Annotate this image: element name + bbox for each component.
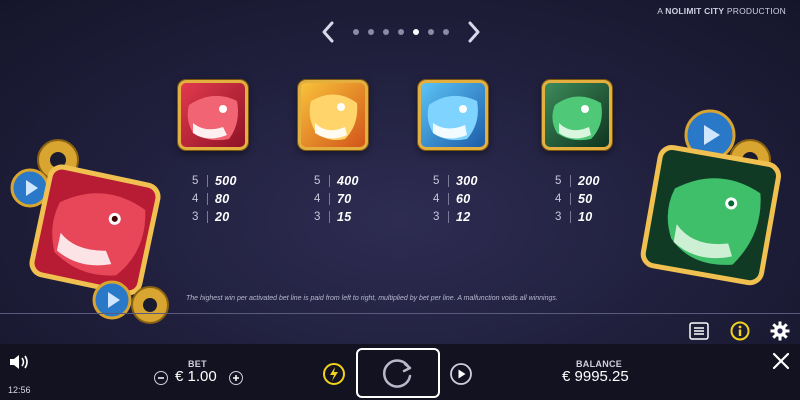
info-button[interactable]: [729, 320, 751, 342]
lightning-icon: [323, 363, 345, 385]
page-pager: [316, 20, 486, 44]
bet-increase-button[interactable]: [229, 371, 243, 385]
paytable-column-green: 5 200 4 50 3 10: [555, 172, 635, 226]
brand-suffix: PRODUCTION: [726, 6, 786, 16]
match-count: 4: [555, 193, 562, 205]
brand-name: NOLIMIT CITY: [665, 6, 725, 16]
autoplay-button[interactable]: [449, 362, 473, 386]
page-dot[interactable]: [353, 29, 359, 35]
prev-page-button[interactable]: [316, 20, 340, 44]
close-icon: [772, 352, 790, 370]
close-button[interactable]: [770, 350, 792, 372]
bet-value: € 1.00: [175, 368, 217, 385]
chevron-left-icon: [322, 21, 334, 43]
paytable-row: 4 80: [192, 190, 272, 208]
spin-button[interactable]: [356, 348, 440, 398]
list-icon: [689, 322, 709, 340]
gear-icon: [770, 321, 790, 341]
brand-credit: A NOLIMIT CITY PRODUCTION: [657, 6, 786, 16]
coin-icon: [131, 286, 169, 324]
payout-disclaimer: The highest win per activated bet line i…: [186, 295, 558, 302]
payout-value: 80: [215, 192, 230, 206]
page-dot[interactable]: [413, 29, 419, 35]
green-dragon-tile: [640, 144, 781, 286]
paytable-row: 3 12: [433, 208, 513, 226]
chevron-right-icon: [468, 21, 480, 43]
match-count: 3: [314, 211, 321, 223]
speaker-icon: [10, 355, 28, 369]
paytable-column-orange: 5 400 4 70 3 15: [314, 172, 394, 226]
brand-prefix: A: [657, 6, 663, 16]
bet-decrease-button[interactable]: [154, 371, 168, 385]
match-count: 3: [192, 211, 199, 223]
green-dragon-icon: [542, 80, 612, 150]
clock: 12:56: [8, 385, 31, 395]
minus-icon: [158, 377, 164, 379]
info-icon: [730, 321, 750, 341]
paytable-row: 4 70: [314, 190, 394, 208]
match-count: 3: [555, 211, 562, 223]
match-count: 4: [433, 193, 440, 205]
payout-value: 70: [337, 192, 352, 206]
spin-icon: [382, 359, 412, 388]
payout-value: 200: [578, 174, 600, 188]
page-dot[interactable]: [398, 29, 404, 35]
red-dragon-tile: [29, 164, 161, 296]
red-dragon-icon: [178, 80, 248, 150]
balance-value: € 9995.25: [562, 368, 629, 385]
payout-value: 500: [215, 174, 237, 188]
left-decoration: [10, 139, 169, 324]
match-count: 5: [433, 175, 440, 187]
payout-value: 400: [337, 174, 359, 188]
paytable-row: 5 500: [192, 172, 272, 190]
payout-value: 300: [456, 174, 478, 188]
payout-value: 50: [578, 192, 593, 206]
match-count: 5: [314, 175, 321, 187]
payout-value: 12: [456, 210, 471, 224]
match-count: 5: [555, 175, 562, 187]
paytable-column-red: 5 500 4 80 3 20: [192, 172, 272, 226]
payout-value: 15: [337, 210, 352, 224]
paytable-column-blue: 5 300 4 60 3 12: [433, 172, 513, 226]
page-dot[interactable]: [428, 29, 434, 35]
match-count: 3: [433, 211, 440, 223]
page-dot[interactable]: [383, 29, 389, 35]
right-decoration: [640, 109, 781, 286]
paytable-row: 4 60: [433, 190, 513, 208]
payout-value: 20: [215, 210, 230, 224]
paytable-row: 5 300: [433, 172, 513, 190]
match-count: 5: [192, 175, 199, 187]
paytable-row: 3 20: [192, 208, 272, 226]
divider: [0, 313, 800, 314]
paytable-row: 5 400: [314, 172, 394, 190]
payout-value: 10: [578, 210, 593, 224]
page-dot[interactable]: [368, 29, 374, 35]
next-page-button[interactable]: [462, 20, 486, 44]
play-icon: [450, 363, 472, 385]
plus-icon: [233, 375, 239, 381]
turbo-button[interactable]: [322, 362, 346, 386]
paytable-row: 5 200: [555, 172, 635, 190]
page-dots: [353, 29, 449, 35]
match-count: 4: [192, 193, 199, 205]
match-count: 4: [314, 193, 321, 205]
settings-button[interactable]: [769, 320, 791, 342]
payout-value: 60: [456, 192, 471, 206]
paytable-row: 3 15: [314, 208, 394, 226]
blue-dragon-icon: [418, 80, 488, 150]
page-dot[interactable]: [443, 29, 449, 35]
sound-button[interactable]: [8, 353, 32, 371]
orange-dragon-icon: [298, 80, 368, 150]
paytable-row: 4 50: [555, 190, 635, 208]
paytable-row: 3 10: [555, 208, 635, 226]
paytable-button[interactable]: [688, 320, 710, 342]
